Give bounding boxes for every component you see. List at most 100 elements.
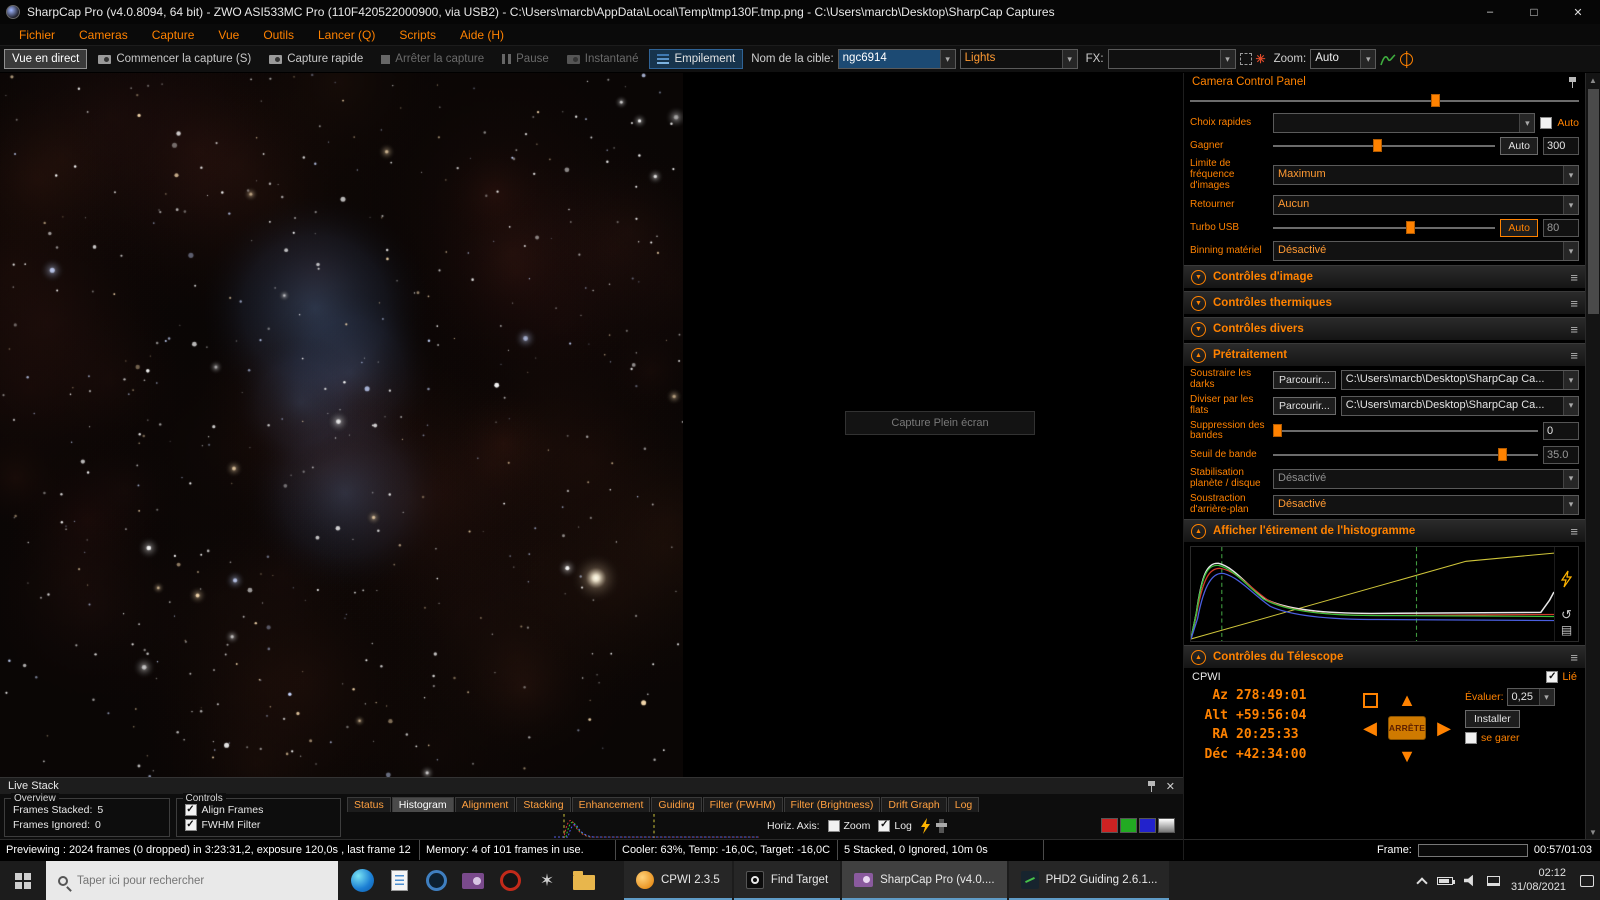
menu-icon[interactable] <box>1570 348 1578 363</box>
green-channel-button[interactable] <box>1120 818 1137 833</box>
banding-value[interactable]: 0 <box>1543 422 1579 441</box>
linked-checkbox[interactable] <box>1546 670 1559 684</box>
banding-slider[interactable] <box>1273 423 1538 439</box>
edge-icon[interactable] <box>347 866 377 896</box>
live-stack-button[interactable]: Empilement <box>649 49 744 69</box>
align-frames-checkbox[interactable] <box>184 803 197 816</box>
chevron-down-icon[interactable] <box>1219 50 1235 68</box>
tab-guiding[interactable]: Guiding <box>651 797 702 812</box>
chevron-down-icon[interactable] <box>1563 196 1578 215</box>
menu-capture[interactable]: Capture <box>141 26 206 44</box>
section-preprocessing[interactable]: Prétraitement <box>1184 343 1585 368</box>
frame-rate-limit-dropdown[interactable]: Maximum <box>1273 165 1579 186</box>
stabilization-dropdown[interactable]: Désactivé <box>1273 468 1579 489</box>
histogram-icon[interactable] <box>1380 53 1396 66</box>
menu-fichier[interactable]: Fichier <box>8 26 66 44</box>
usb-value[interactable]: 80 <box>1543 219 1579 238</box>
section-thermal-controls[interactable]: Contrôles thermiques <box>1184 291 1585 316</box>
gain-auto-button[interactable]: Auto <box>1500 137 1538 155</box>
background-subtraction-dropdown[interactable]: Désactivé <box>1273 494 1579 515</box>
tab-alignment[interactable]: Alignment <box>454 797 516 812</box>
setup-button[interactable]: Installer <box>1465 710 1520 729</box>
zoom-combobox[interactable]: Auto <box>1310 49 1377 69</box>
chevron-down-icon[interactable] <box>1538 689 1554 706</box>
darks-path-dropdown[interactable]: C:\Users\marcb\Desktop\SharpCap Ca... <box>1340 370 1579 391</box>
tab-filter-brightness[interactable]: Filter (Brightness) <box>783 797 881 812</box>
tab-histogram[interactable]: Histogram <box>391 797 454 812</box>
slider-knob[interactable] <box>1273 424 1282 438</box>
red-app-icon[interactable] <box>495 866 525 896</box>
selection-icon[interactable] <box>1239 53 1252 65</box>
park-checkbox[interactable] <box>1465 732 1477 745</box>
search-input[interactable] <box>77 874 326 887</box>
target-name-combobox[interactable]: ngc6914 <box>837 49 956 69</box>
chevron-down-icon[interactable] <box>939 50 955 68</box>
close-button[interactable] <box>1556 0 1600 24</box>
network-icon[interactable] <box>1486 875 1500 886</box>
quick-picks-auto-checkbox[interactable] <box>1540 117 1553 129</box>
band-threshold-slider[interactable] <box>1273 447 1538 463</box>
flats-browse-button[interactable]: Parcourir... <box>1273 396 1336 415</box>
tab-stacking[interactable]: Stacking <box>516 797 571 812</box>
save-stretch-icon[interactable] <box>1561 623 1572 637</box>
auto-stretch-icon[interactable] <box>1561 551 1572 607</box>
menu-icon[interactable] <box>1570 270 1578 285</box>
menu-icon[interactable] <box>1570 322 1578 337</box>
reticle-icon[interactable] <box>1400 52 1414 66</box>
menu-vue[interactable]: Vue <box>207 26 250 44</box>
auto-stretch-icon[interactable] <box>920 817 931 834</box>
scroll-down-icon[interactable] <box>1586 825 1600 839</box>
chevron-down-icon[interactable] <box>1563 166 1578 185</box>
reset-stretch-icon[interactable] <box>1561 607 1572 623</box>
tab-enhancement[interactable]: Enhancement <box>571 797 651 812</box>
pin-icon[interactable] <box>1568 76 1577 88</box>
taskbar-clock[interactable]: 02:12 31/08/2021 <box>1511 867 1566 895</box>
slew-left-button[interactable] <box>1363 719 1377 737</box>
chevron-down-icon[interactable] <box>1360 50 1376 68</box>
menu-icon[interactable] <box>1570 524 1578 539</box>
slew-right-button[interactable] <box>1437 719 1451 737</box>
menu-lancer[interactable]: Lancer (Q) <box>307 26 386 44</box>
slew-up-button[interactable] <box>1398 691 1416 709</box>
tab-drift-graph[interactable]: Drift Graph <box>881 797 947 812</box>
taskbar-app-phd2[interactable]: PHD2 Guiding 2.6.1... <box>1008 861 1170 900</box>
menu-aide[interactable]: Aide (H) <box>449 26 515 44</box>
star-app-icon[interactable] <box>532 866 562 896</box>
section-histogram-stretch[interactable]: Afficher l'étirement de l'histogramme <box>1184 519 1585 544</box>
log-checkbox[interactable] <box>878 819 891 832</box>
chevron-down-icon[interactable] <box>1061 50 1077 68</box>
chevron-down-icon[interactable] <box>1563 371 1578 390</box>
scrollbar-thumb[interactable] <box>1587 89 1599 314</box>
taskbar-app-sharpcap[interactable]: SharpCap Pro (v4.0.... <box>842 861 1007 900</box>
gain-slider[interactable] <box>1273 138 1496 154</box>
battery-icon[interactable] <box>1436 876 1455 885</box>
frame-target-icon[interactable] <box>1362 692 1378 708</box>
level-slider-icon[interactable] <box>935 818 947 833</box>
clear-selection-icon[interactable]: ✳ <box>1256 52 1266 66</box>
zoom-axis-control[interactable]: Zoom <box>827 819 870 832</box>
flats-path-dropdown[interactable]: C:\Users\marcb\Desktop\SharpCap Ca... <box>1340 395 1579 416</box>
slider-knob[interactable] <box>1498 448 1508 462</box>
volume-icon[interactable] <box>1463 874 1473 887</box>
snapshot-button[interactable]: Instantané <box>560 50 646 68</box>
tab-filter-fwhm[interactable]: Filter (FWHM) <box>702 797 783 812</box>
fwhm-filter-checkbox[interactable] <box>184 818 197 831</box>
red-channel-button[interactable] <box>1101 818 1118 833</box>
maximize-button[interactable] <box>1512 0 1556 24</box>
document-app-icon[interactable] <box>384 866 414 896</box>
frame-type-combobox[interactable]: Lights <box>959 49 1078 69</box>
rate-dropdown[interactable]: 0,25 <box>1506 688 1555 707</box>
fwhm-filter-row[interactable]: FWHM Filter <box>184 818 335 831</box>
flip-dropdown[interactable]: Aucun <box>1273 195 1579 216</box>
log-axis-control[interactable]: Log <box>878 819 912 832</box>
slider-knob[interactable] <box>1431 94 1441 107</box>
start-button[interactable] <box>0 861 46 900</box>
histogram-plot[interactable] <box>1191 547 1554 642</box>
capture-fullscreen-ghost-button[interactable]: Capture Plein écran <box>845 411 1035 435</box>
menu-outils[interactable]: Outils <box>252 26 305 44</box>
camera-app-icon[interactable] <box>458 866 488 896</box>
live-view-button[interactable]: Vue en direct <box>4 49 88 69</box>
taskbar-search[interactable] <box>46 861 338 900</box>
chevron-down-icon[interactable] <box>1563 242 1578 261</box>
quick-capture-button[interactable]: Capture rapide <box>262 50 370 68</box>
